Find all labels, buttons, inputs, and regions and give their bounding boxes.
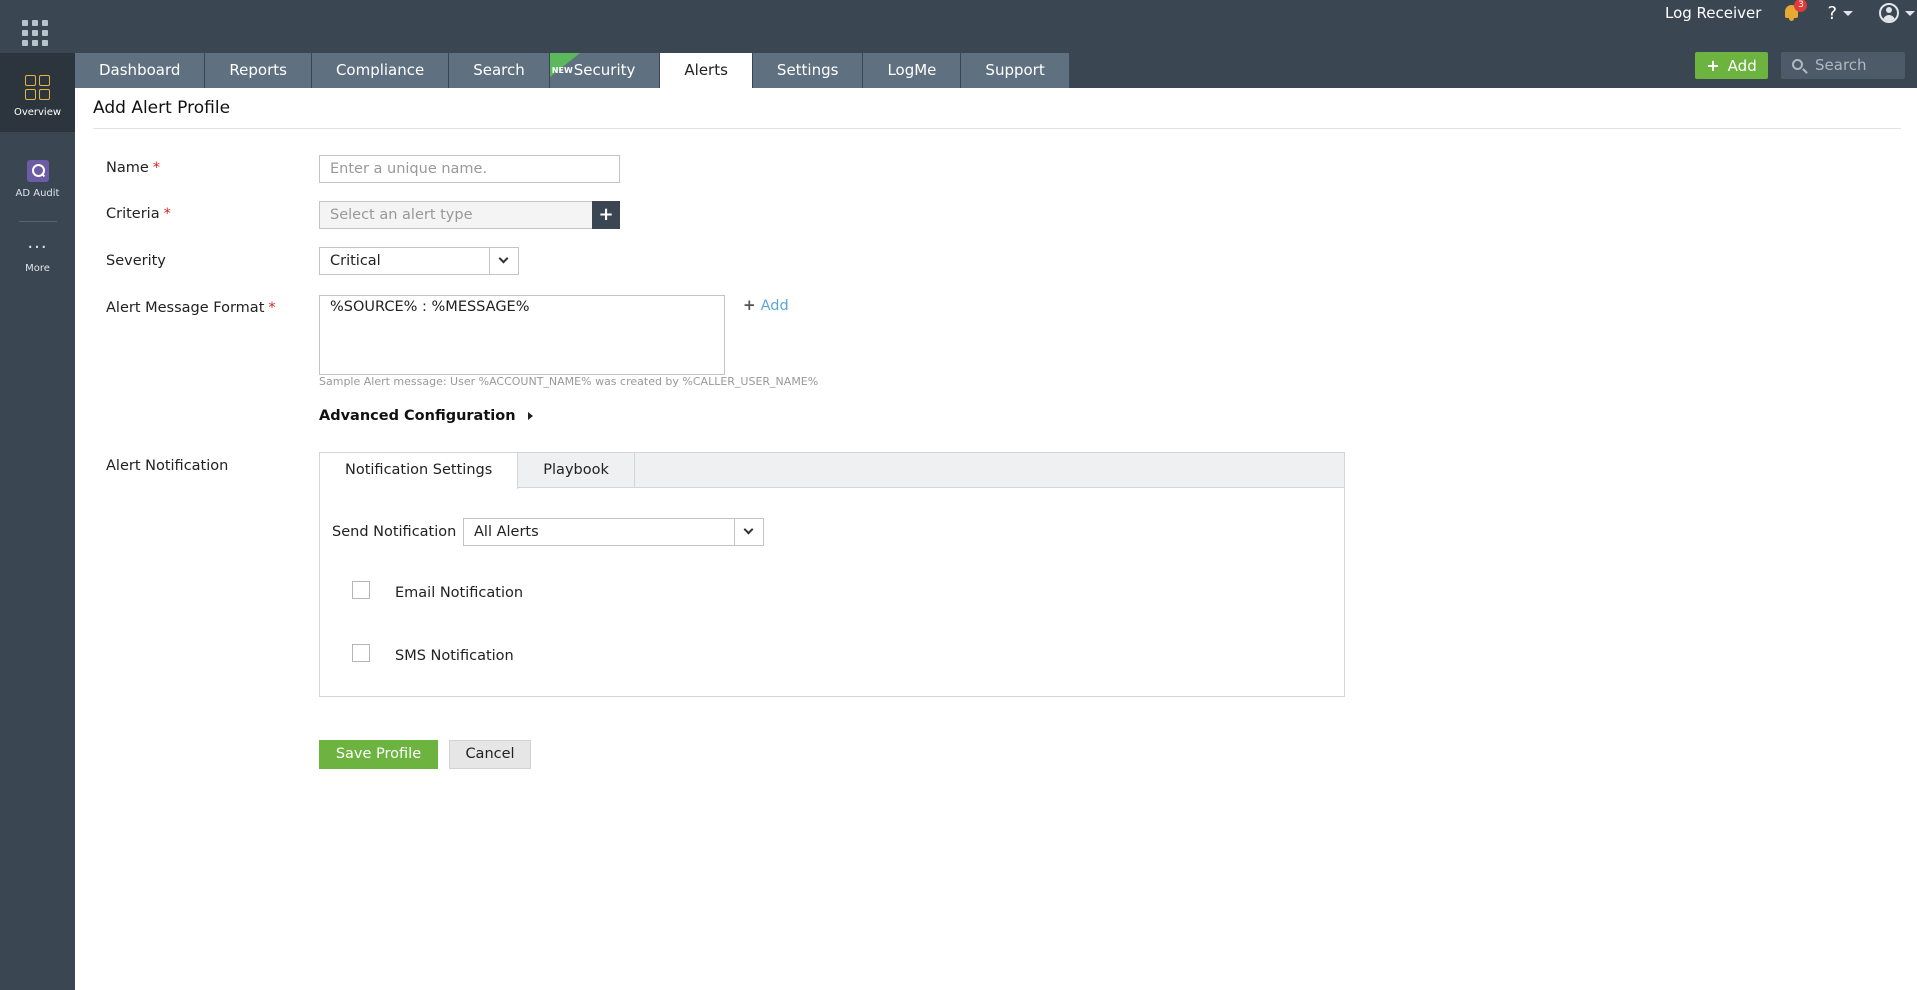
- tab-label: Search: [473, 61, 525, 79]
- save-profile-button[interactable]: Save Profile: [319, 740, 438, 769]
- rail-item-label: Overview: [13, 107, 62, 118]
- add-variable-link[interactable]: + Add: [743, 296, 789, 314]
- name-label: Name *: [106, 160, 160, 176]
- tab-label: LogMe: [887, 61, 937, 79]
- rail-item-more[interactable]: ··· More: [0, 237, 75, 286]
- page-title: Add Alert Profile: [93, 98, 231, 118]
- criteria-placeholder: Select an alert type: [330, 207, 473, 223]
- tab-notification-settings[interactable]: Notification Settings: [320, 453, 519, 489]
- overview-grid-icon: [24, 75, 51, 101]
- severity-label: Severity: [106, 253, 166, 269]
- rail-item-label: More: [25, 263, 50, 274]
- name-input[interactable]: Enter a unique name.: [319, 155, 620, 183]
- required-mark: *: [152, 160, 161, 176]
- tab-search[interactable]: Search: [449, 53, 549, 88]
- message-format-value: %SOURCE% : %MESSAGE%: [330, 299, 530, 315]
- search-placeholder: Search: [1815, 56, 1867, 74]
- tab-dashboard[interactable]: Dashboard: [75, 53, 205, 88]
- tab-reports[interactable]: Reports: [205, 53, 311, 88]
- tab-support[interactable]: Support: [961, 53, 1069, 88]
- left-rail: Overview AD Audit ··· More: [0, 0, 75, 990]
- rail-item-ad-audit[interactable]: AD Audit: [0, 160, 75, 210]
- alert-notification-label: Alert Notification: [106, 458, 229, 474]
- plus-icon: +: [1706, 56, 1720, 75]
- header-utilities: Log Receiver 3 ?: [1665, 0, 1917, 26]
- tab-settings[interactable]: Settings: [752, 53, 863, 88]
- add-criteria-button[interactable]: +: [592, 201, 620, 229]
- cancel-button[interactable]: Cancel: [449, 740, 531, 769]
- tab-label: Security: [573, 61, 636, 79]
- sms-notification-checkbox[interactable]: [352, 644, 370, 662]
- tab-label: Dashboard: [99, 61, 181, 79]
- criteria-label: Criteria *: [106, 206, 171, 222]
- required-mark: *: [163, 206, 171, 222]
- message-format-label: Alert Message Format *: [106, 300, 276, 316]
- criteria-select[interactable]: Select an alert type: [319, 201, 593, 229]
- plus-icon: +: [743, 296, 756, 314]
- caret-right-icon: [527, 412, 533, 420]
- app-grid-icon[interactable]: [22, 20, 48, 46]
- user-caret-icon[interactable]: [1905, 10, 1915, 16]
- advanced-configuration-label: Advanced Configuration: [319, 408, 516, 424]
- add-button-label: Add: [1727, 57, 1757, 75]
- tab-security[interactable]: NEW Security: [549, 53, 660, 88]
- sample-message-hint: Sample Alert message: User %ACCOUNT_NAME…: [319, 375, 819, 388]
- rail-item-label: AD Audit: [15, 188, 60, 199]
- email-notification-label: Email Notification: [395, 585, 524, 601]
- help-caret-icon[interactable]: [1843, 10, 1853, 16]
- sms-notification-label: SMS Notification: [395, 648, 514, 664]
- severity-select[interactable]: Critical: [319, 247, 519, 275]
- title-divider: [93, 128, 1901, 129]
- notification-tabs: Notification Settings Playbook: [320, 453, 1344, 489]
- new-ribbon: NEW: [549, 53, 580, 77]
- rail-divider: [19, 221, 57, 222]
- notification-count-badge: 3: [1794, 0, 1808, 12]
- rail-item-overview[interactable]: Overview: [0, 53, 75, 132]
- chevron-down-icon[interactable]: [734, 519, 763, 545]
- send-notification-label: Send Notification: [332, 524, 457, 540]
- user-avatar-icon[interactable]: [1879, 3, 1899, 23]
- tab-label: Settings: [776, 61, 839, 79]
- required-mark: *: [268, 300, 276, 316]
- search-input[interactable]: Search: [1781, 52, 1905, 79]
- notification-panel: Notification Settings Playbook Send Noti…: [319, 452, 1345, 697]
- name-label-text: Name: [106, 160, 149, 176]
- main-content: Add Alert Profile Name * Enter a unique n…: [75, 88, 1917, 990]
- email-notification-checkbox[interactable]: [352, 581, 370, 599]
- add-button[interactable]: + Add: [1695, 52, 1768, 79]
- main-tabs: Dashboard Reports Compliance Search NEW …: [75, 53, 1070, 88]
- log-receiver-link[interactable]: Log Receiver: [1665, 4, 1761, 22]
- send-notification-select[interactable]: All Alerts: [463, 518, 764, 546]
- send-notification-value: All Alerts: [474, 524, 539, 540]
- advanced-configuration-toggle[interactable]: Advanced Configuration: [319, 408, 533, 424]
- message-format-textarea[interactable]: %SOURCE% : %MESSAGE%: [319, 295, 725, 375]
- more-dots-icon: ···: [27, 237, 48, 258]
- name-placeholder: Enter a unique name.: [330, 161, 488, 177]
- tab-label: Compliance: [335, 61, 425, 79]
- top-header: Log Receiver 3 ? Dashboard Reports Compl…: [75, 0, 1917, 88]
- help-icon[interactable]: ?: [1827, 3, 1837, 24]
- tab-label: Reports: [229, 61, 287, 79]
- add-variable-label: Add: [760, 298, 789, 314]
- tab-compliance[interactable]: Compliance: [311, 53, 449, 88]
- new-badge: NEW: [551, 66, 573, 75]
- tab-playbook[interactable]: Playbook: [518, 453, 635, 488]
- ad-audit-icon: [26, 160, 49, 182]
- tab-label: Alerts: [684, 61, 728, 79]
- search-icon: [1792, 59, 1803, 70]
- notifications-button[interactable]: 3: [1783, 0, 1808, 23]
- chevron-down-icon[interactable]: [489, 248, 518, 274]
- message-format-label-text: Alert Message Format: [106, 300, 265, 316]
- criteria-label-text: Criteria: [106, 206, 160, 222]
- tab-alerts[interactable]: Alerts: [660, 53, 752, 88]
- severity-value: Critical: [330, 253, 381, 269]
- tab-label: Support: [985, 61, 1045, 79]
- tab-logme[interactable]: LogMe: [863, 53, 961, 88]
